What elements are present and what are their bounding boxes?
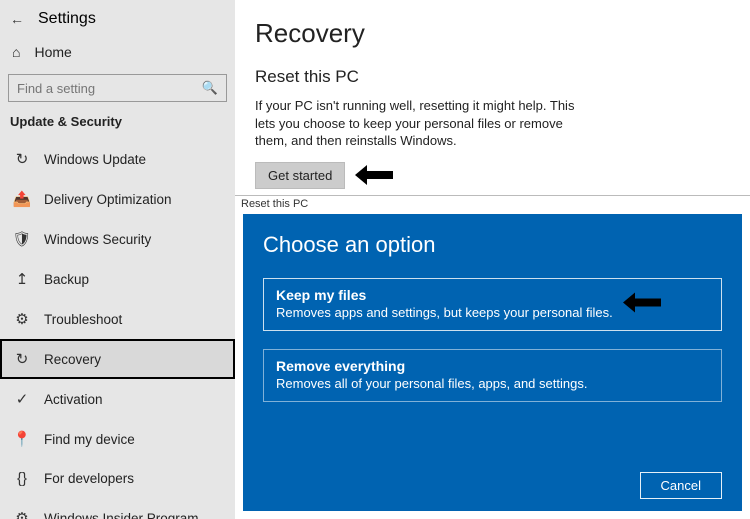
option-remove-everything[interactable]: Remove everything Removes all of your pe… [263,349,722,402]
settings-sidebar: ← Settings ⌂ Home 🔍 Update & Security ↻ … [0,0,235,519]
nav-troubleshoot[interactable]: ⚙ Troubleshoot [0,299,235,339]
annotation-arrow-icon [355,165,393,185]
location-icon: 📍 [14,430,30,448]
nav-find-my-device[interactable]: 📍 Find my device [0,419,235,459]
insider-icon: ⚙ [14,509,30,519]
search-icon: 🔍 [202,80,218,96]
nav-backup[interactable]: ↥ Backup [0,259,235,299]
dialog-body: Choose an option Keep my files Removes a… [243,214,742,511]
nav-delivery-optimization[interactable]: 📤 Delivery Optimization [0,179,235,219]
sidebar-header: ← Settings [0,6,235,38]
shield-icon: 🛡 [14,230,30,248]
get-started-button[interactable]: Get started [255,162,345,189]
nav-label: Delivery Optimization [44,192,172,207]
nav-windows-security[interactable]: 🛡 Windows Security [0,219,235,259]
nav-label: Find my device [44,432,135,447]
option-keep-my-files[interactable]: Keep my files Removes apps and settings,… [263,278,722,331]
category-title: Update & Security [0,114,235,139]
dialog-heading: Choose an option [263,232,722,258]
annotation-arrow-icon [623,292,661,317]
dialog-titlebar: Reset this PC [235,196,750,212]
nav-label: Windows Update [44,152,146,167]
reset-pc-dialog: Reset this PC Choose an option Keep my f… [235,195,750,519]
nav-label: Windows Insider Program [44,511,199,519]
recovery-icon: ↻ [14,350,30,368]
main-pane: Recovery Reset this PC If your PC isn't … [235,0,750,519]
option-desc: Removes all of your personal files, apps… [276,376,709,391]
nav-for-developers[interactable]: {} For developers [0,459,235,498]
nav-label: Windows Security [44,232,151,247]
reset-pc-heading: Reset this PC [255,67,750,87]
nav-recovery[interactable]: ↻ Recovery [0,339,235,379]
settings-label: Settings [38,10,96,28]
delivery-icon: 📤 [14,190,30,208]
cancel-button[interactable]: Cancel [640,472,722,499]
dialog-actions: Cancel [640,472,722,499]
get-started-row: Get started [255,162,750,189]
nav-windows-update[interactable]: ↻ Windows Update [0,139,235,179]
search-box[interactable]: 🔍 [8,74,227,102]
activation-icon: ✓ [14,390,30,408]
backup-icon: ↥ [14,270,30,288]
troubleshoot-icon: ⚙ [14,310,30,328]
nav-activation[interactable]: ✓ Activation [0,379,235,419]
nav-label: Recovery [44,352,101,367]
nav-label: For developers [44,471,134,486]
sync-icon: ↻ [14,150,30,168]
back-icon[interactable]: ← [10,11,24,27]
page-title: Recovery [255,18,750,49]
home-icon: ⌂ [12,44,20,60]
developer-icon: {} [14,470,30,487]
sidebar-home[interactable]: ⌂ Home [0,38,235,70]
home-label: Home [34,44,71,60]
nav-label: Backup [44,272,89,287]
option-title: Remove everything [276,358,709,374]
sidebar-nav: ↻ Windows Update 📤 Delivery Optimization… [0,139,235,519]
nav-label: Troubleshoot [44,312,122,327]
nav-label: Activation [44,392,103,407]
nav-windows-insider[interactable]: ⚙ Windows Insider Program [0,498,235,519]
search-input[interactable] [17,81,202,96]
reset-pc-description: If your PC isn't running well, resetting… [255,97,595,150]
